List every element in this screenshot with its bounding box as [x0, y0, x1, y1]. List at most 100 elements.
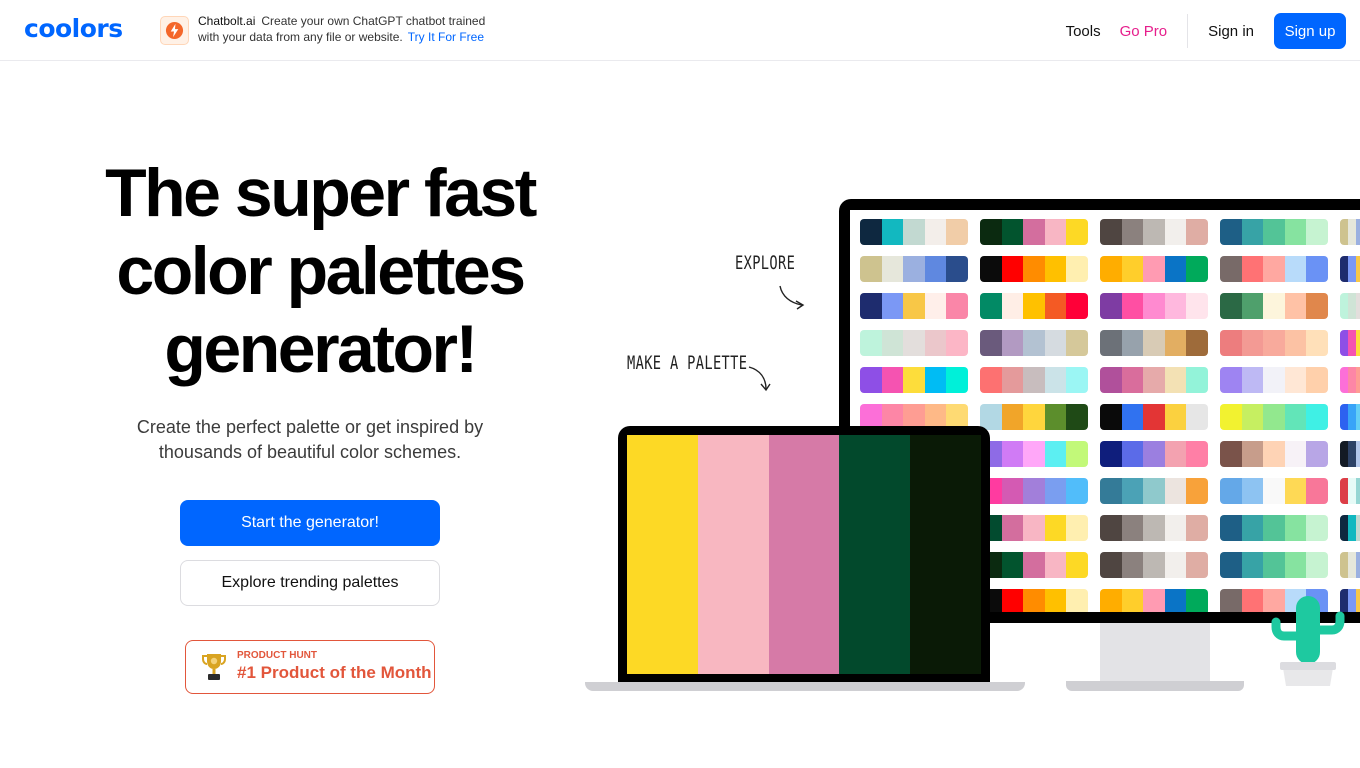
palette-card: [1100, 478, 1208, 504]
palette-swatch: [1348, 441, 1356, 467]
palette-card: [980, 330, 1088, 356]
palette-swatch: [1001, 330, 1024, 356]
palette-swatch: [881, 219, 904, 245]
palette-swatch: [924, 256, 947, 282]
coolors-logo[interactable]: coolors: [24, 14, 123, 43]
palette-swatch: [1220, 441, 1242, 467]
product-hunt-badge[interactable]: PRODUCT HUNT #1 Product of the Month: [185, 640, 435, 694]
palette-swatch: [1044, 219, 1067, 245]
palette-swatch: [1306, 478, 1328, 504]
palette-swatch: [1241, 589, 1264, 612]
palette-swatch: [1186, 219, 1208, 245]
nav-tools-link[interactable]: Tools: [1066, 23, 1101, 40]
palette-swatch: [1143, 515, 1165, 541]
palette-swatch: [1066, 441, 1088, 467]
palette-swatch: [980, 219, 1002, 245]
palette-swatch: [1044, 367, 1067, 393]
palette-swatch: [1263, 515, 1285, 541]
palette-swatch: [1066, 256, 1088, 282]
palette-swatch: [903, 219, 925, 245]
hero-subtitle-line: thousands of beautiful color schemes.: [158, 442, 462, 462]
palette-swatch: [1284, 293, 1307, 319]
palette-swatch: [1284, 367, 1307, 393]
sign-up-button[interactable]: Sign up: [1274, 13, 1346, 49]
palette-swatch: [1066, 404, 1088, 430]
palette-swatch: [1340, 330, 1348, 356]
palette-swatch: [1348, 219, 1356, 245]
palette-swatch: [1044, 515, 1067, 541]
palette-card: [860, 367, 968, 393]
palette-swatch: [1263, 441, 1285, 467]
palette-swatch: [1186, 330, 1208, 356]
hero-title-line: generator!: [164, 311, 478, 387]
palette-swatch: [1023, 219, 1045, 245]
palette-swatch: [1241, 404, 1264, 430]
palette-swatch: [1241, 330, 1264, 356]
palette-swatch: [1143, 367, 1165, 393]
palette-swatch: [1220, 515, 1242, 541]
palette-swatch: [1340, 515, 1348, 541]
palette-swatch: [1121, 367, 1144, 393]
palette-swatch: [1263, 256, 1285, 282]
palette-swatch: [1164, 441, 1187, 467]
palette-swatch: [1284, 441, 1307, 467]
palette-swatch: [1143, 256, 1165, 282]
top-navigation-bar: coolors Chatbolt.ai Create your own ChatG…: [0, 0, 1360, 61]
palette-swatch: [903, 330, 925, 356]
palette-card: [1220, 219, 1328, 245]
palette-swatch: [1284, 515, 1307, 541]
palette-swatch: [1284, 330, 1307, 356]
hero-subtitle-line: Create the perfect palette or get inspir…: [136, 417, 484, 437]
palette-swatch: [881, 330, 904, 356]
palette-card: [1220, 367, 1328, 393]
palette-card: [1220, 330, 1328, 356]
palette-swatch: [1143, 478, 1165, 504]
palette-swatch: [1044, 293, 1067, 319]
palette-swatch: [1100, 256, 1122, 282]
palette-card: [1340, 404, 1360, 430]
palette-swatch: [1100, 441, 1122, 467]
palette-swatch: [980, 293, 1002, 319]
palette-swatch: [1164, 404, 1187, 430]
palette-swatch: [1044, 404, 1067, 430]
sign-in-link[interactable]: Sign in: [1208, 23, 1254, 40]
ad-copy: Chatbolt.ai Create your own ChatGPT chatb…: [198, 13, 485, 47]
start-generator-button[interactable]: Start the generator!: [180, 500, 440, 546]
palette-swatch: [1001, 404, 1024, 430]
palette-swatch: [1100, 219, 1122, 245]
palette-swatch: [1284, 478, 1307, 504]
palette-swatch: [1340, 404, 1348, 430]
palette-swatch: [1001, 293, 1024, 319]
palette-swatch: [1356, 330, 1360, 356]
sponsored-ad[interactable]: Chatbolt.ai Create your own ChatGPT chatb…: [160, 13, 485, 47]
palette-swatch: [1306, 330, 1328, 356]
palette-swatch: [1263, 478, 1285, 504]
nav-go-pro-link[interactable]: Go Pro: [1120, 23, 1168, 40]
palette-swatch: [980, 256, 1002, 282]
palette-swatch: [924, 330, 947, 356]
palette-swatch: [1263, 404, 1285, 430]
palette-card: [860, 219, 968, 245]
ad-cta-link[interactable]: Try It For Free: [408, 30, 484, 44]
palette-swatch: [1100, 330, 1122, 356]
palette-swatch: [1348, 330, 1356, 356]
palette-swatch: [1306, 219, 1328, 245]
palette-swatch: [1121, 330, 1144, 356]
palette-swatch: [1348, 552, 1356, 578]
palette-swatch: [1100, 589, 1122, 612]
palette-swatch: [980, 404, 1002, 430]
palette-swatch: [1001, 552, 1024, 578]
palette-color-stripe: [910, 435, 981, 674]
palette-swatch: [1143, 293, 1165, 319]
palette-swatch: [1263, 552, 1285, 578]
palette-swatch: [860, 256, 882, 282]
palette-swatch: [1121, 589, 1144, 612]
palette-card: [1100, 515, 1208, 541]
explore-trending-button[interactable]: Explore trending palettes: [180, 560, 440, 606]
palette-swatch: [1348, 256, 1356, 282]
palette-swatch: [860, 367, 882, 393]
palette-swatch: [1186, 293, 1208, 319]
palette-swatch: [1066, 293, 1088, 319]
palette-swatch: [1356, 256, 1360, 282]
palette-swatch: [1001, 441, 1024, 467]
